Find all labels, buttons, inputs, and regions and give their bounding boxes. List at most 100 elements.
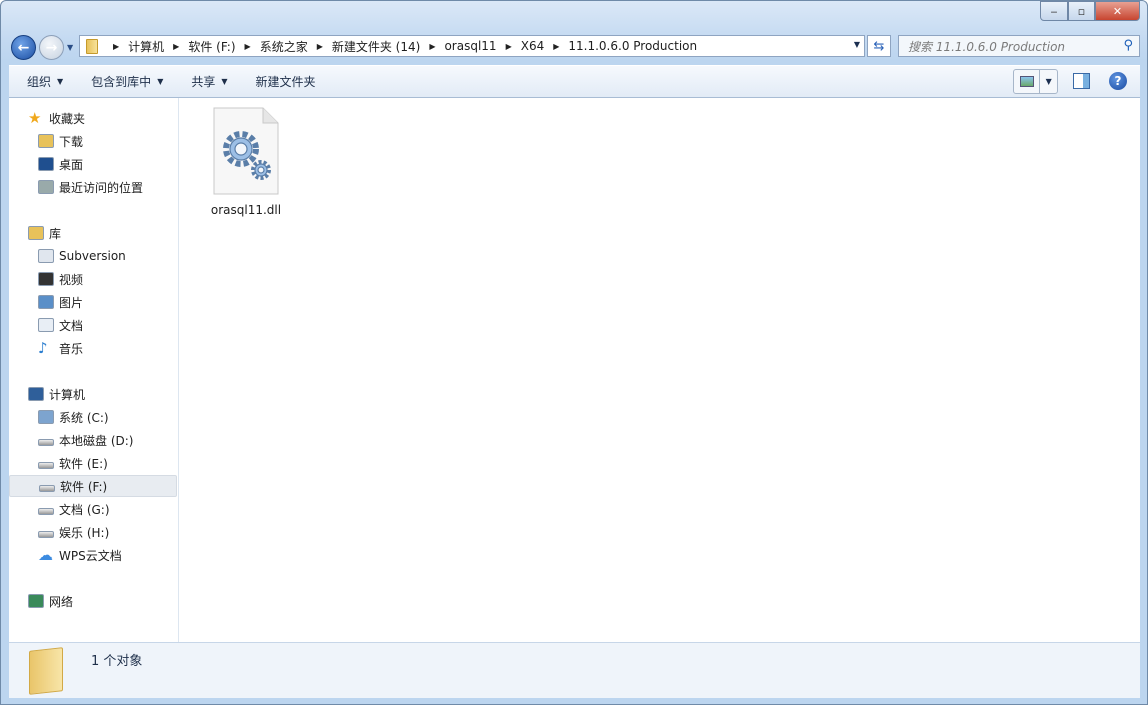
share-label: 共享 bbox=[191, 75, 216, 89]
address-bar[interactable]: ▶ 计算机 ▶ 软件 (F:) ▶ 系统之家 ▶ 新建文件夹 (14) ▶ orasql11 ▶ X6… bbox=[79, 35, 865, 57]
breadcrumb-item[interactable]: 11.1.0.6.0 Production bbox=[568, 39, 697, 53]
drive-icon bbox=[38, 462, 54, 469]
include-library-label: 包含到库中 bbox=[91, 75, 152, 89]
breadcrumb: ▶ 计算机 ▶ 软件 (F:) ▶ 系统之家 ▶ 新建文件夹 (14) ▶ orasql11 ▶ X6… bbox=[104, 38, 697, 55]
breadcrumb-arrow-icon[interactable]: ▶ bbox=[113, 42, 119, 51]
sidebar-item[interactable]: 娱乐 (H:) bbox=[9, 521, 177, 543]
new-folder-button[interactable]: 新建文件夹 bbox=[246, 73, 326, 90]
sidebar-item[interactable]: 视频 bbox=[9, 268, 177, 290]
preview-pane-button[interactable] bbox=[1073, 73, 1090, 89]
help-button[interactable]: ? bbox=[1109, 72, 1127, 90]
sidebar-item[interactable]: 文档 (G:) bbox=[9, 498, 177, 520]
chevron-down-icon: ▼ bbox=[157, 77, 164, 86]
nav-label: 文档 (G:) bbox=[59, 502, 110, 517]
video-icon bbox=[38, 272, 54, 286]
sidebar-item[interactable]: 本地磁盘 (D:) bbox=[9, 429, 177, 451]
sidebar-network[interactable]: 网络 bbox=[9, 590, 177, 612]
breadcrumb-arrow-icon[interactable]: ▶ bbox=[553, 42, 559, 51]
nav-label: 最近访问的位置 bbox=[59, 180, 144, 195]
sidebar-item[interactable]: 图片 bbox=[9, 291, 177, 313]
sidebar-item[interactable]: 软件 (F:) bbox=[9, 475, 177, 497]
forward-button[interactable]: → bbox=[39, 35, 64, 60]
refresh-button[interactable]: ⇆ bbox=[867, 35, 891, 57]
sidebar-computer[interactable]: 计算机 bbox=[9, 383, 177, 405]
breadcrumb-item[interactable]: 新建文件夹 (14) bbox=[332, 38, 420, 55]
address-dropdown-icon[interactable]: ▼ bbox=[854, 40, 860, 49]
breadcrumb-arrow-icon[interactable]: ▶ bbox=[429, 42, 435, 51]
picture-icon bbox=[38, 295, 54, 309]
explorer-window: ‒ ▫ ✕ ← → ▼ ▶ 计算机 ▶ 软件 (F:) ▶ 系统之家 ▶ 新建文件夹 (14)… bbox=[0, 0, 1148, 705]
nav-label: 软件 (E:) bbox=[59, 456, 108, 471]
navigation-pane: ★ 收藏夹下载桌面最近访问的位置库 Subversion 视频图片文档 ♪ 音乐计算机系统… bbox=[9, 98, 179, 642]
close-button[interactable]: ✕ bbox=[1095, 1, 1140, 21]
search-icon[interactable]: ⚲ bbox=[1123, 38, 1133, 53]
back-button[interactable]: ← bbox=[11, 35, 36, 60]
organize-button[interactable]: 组织 ▼ bbox=[17, 73, 73, 90]
item-count: 1 个对象 bbox=[91, 654, 143, 669]
nav-label: 系统 (C:) bbox=[59, 410, 109, 425]
new-folder-label: 新建文件夹 bbox=[255, 75, 316, 89]
sidebar-item[interactable]: 文档 bbox=[9, 314, 177, 336]
drive-icon bbox=[38, 531, 54, 538]
nav-label: 软件 (F:) bbox=[60, 479, 108, 494]
change-view-button[interactable]: ▼ bbox=[1013, 69, 1058, 94]
recent-places-icon bbox=[38, 180, 54, 194]
maximize-button[interactable]: ▫ bbox=[1068, 1, 1095, 21]
nav-label: 本地磁盘 (D:) bbox=[59, 433, 134, 448]
breadcrumb-item[interactable]: X64 bbox=[521, 39, 545, 53]
include-library-button[interactable]: 包含到库中 ▼ bbox=[81, 73, 173, 90]
breadcrumb-item[interactable]: 软件 (F:) bbox=[188, 38, 235, 55]
windows-drive-icon bbox=[38, 410, 54, 424]
breadcrumb-arrow-icon[interactable]: ▶ bbox=[173, 42, 179, 51]
file-item[interactable]: orasql11.dll bbox=[204, 107, 288, 217]
nav-label: 图片 bbox=[59, 295, 84, 310]
breadcrumb-item[interactable]: orasql11 bbox=[444, 39, 496, 53]
document-icon bbox=[38, 249, 54, 263]
document-icon bbox=[38, 318, 54, 332]
nav-label: 下载 bbox=[59, 134, 84, 149]
sidebar-libraries[interactable]: 库 bbox=[9, 222, 177, 244]
dll-gear-icon bbox=[213, 107, 279, 195]
sidebar-favorites[interactable]: ★ 收藏夹 bbox=[9, 107, 177, 129]
file-list bbox=[179, 98, 1140, 642]
nav-label: 音乐 bbox=[59, 341, 84, 356]
file-name: orasql11.dll bbox=[210, 203, 282, 217]
command-bar: 组织 ▼ 包含到库中 ▼ 共享 ▼ 新建文件夹 bbox=[9, 65, 1140, 98]
breadcrumb-item[interactable]: 系统之家 bbox=[260, 38, 308, 55]
sidebar-item[interactable]: 桌面 bbox=[9, 153, 177, 175]
sidebar-item[interactable]: 下载 bbox=[9, 130, 177, 152]
organize-label: 组织 bbox=[27, 75, 52, 89]
search-input[interactable]: 搜索 11.1.0.6.0 Production ⚲ bbox=[898, 35, 1140, 57]
chevron-down-icon: ▼ bbox=[57, 77, 64, 86]
drive-icon bbox=[39, 485, 55, 492]
view-icon[interactable] bbox=[1014, 70, 1041, 93]
cloud-icon: ☁ bbox=[38, 546, 53, 564]
nav-label: 视频 bbox=[59, 272, 84, 287]
breadcrumb-item[interactable]: 计算机 bbox=[128, 38, 164, 55]
nav-label: WPS云文档 bbox=[59, 548, 122, 563]
nav-label: 收藏夹 bbox=[49, 111, 86, 126]
nav-label: Subversion bbox=[59, 249, 126, 263]
chevron-down-icon[interactable]: ▼ bbox=[1040, 70, 1057, 93]
recent-pages-dropdown[interactable]: ▼ bbox=[67, 43, 73, 52]
share-button[interactable]: 共享 ▼ bbox=[181, 73, 237, 90]
minimize-button[interactable]: ‒ bbox=[1040, 1, 1068, 21]
caption-buttons: ‒ ▫ ✕ bbox=[1040, 1, 1140, 21]
search-placeholder: 搜索 11.1.0.6.0 Production bbox=[908, 39, 1066, 54]
sidebar-item[interactable]: ♪ 音乐 bbox=[9, 337, 177, 359]
computer-icon bbox=[28, 387, 44, 401]
chevron-down-icon: ▼ bbox=[221, 77, 228, 86]
sidebar-item[interactable]: 系统 (C:) bbox=[9, 406, 177, 428]
music-icon: ♪ bbox=[38, 339, 48, 357]
breadcrumb-arrow-icon[interactable]: ▶ bbox=[506, 42, 512, 51]
sidebar-item[interactable]: Subversion bbox=[9, 245, 177, 267]
drive-icon bbox=[38, 439, 54, 446]
nav-label: 娱乐 (H:) bbox=[59, 525, 110, 540]
nav-label: 计算机 bbox=[49, 387, 86, 402]
breadcrumb-arrow-icon[interactable]: ▶ bbox=[245, 42, 251, 51]
sidebar-item[interactable]: 软件 (E:) bbox=[9, 452, 177, 474]
library-icon bbox=[28, 226, 44, 240]
sidebar-item[interactable]: 最近访问的位置 bbox=[9, 176, 177, 198]
breadcrumb-arrow-icon[interactable]: ▶ bbox=[317, 42, 323, 51]
sidebar-item[interactable]: ☁ WPS云文档 bbox=[9, 544, 177, 566]
